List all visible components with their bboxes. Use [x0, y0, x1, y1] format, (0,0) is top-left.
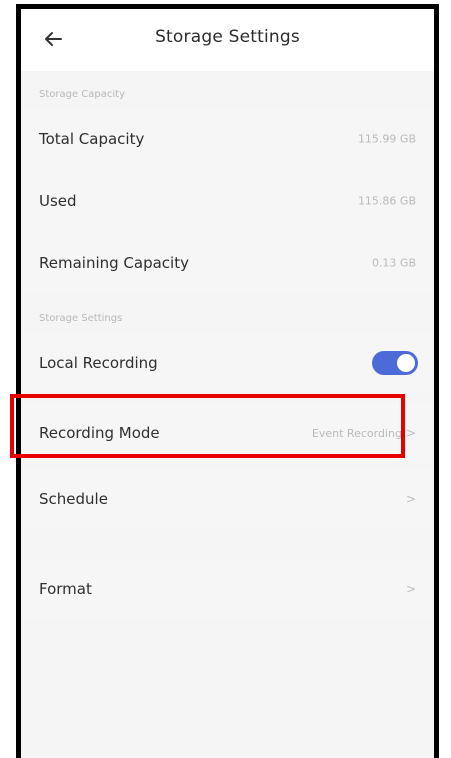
chevron-right-icon: > — [405, 582, 416, 596]
section-label-settings: Storage Settings — [39, 313, 123, 324]
local-recording-label: Local Recording — [39, 354, 158, 372]
row-format[interactable]: Format > — [21, 559, 434, 619]
recording-mode-label: Recording Mode — [39, 424, 160, 442]
phone-frame: Storage Settings Storage Capacity Total … — [16, 4, 439, 758]
storage-settings-screen: Storage Settings Storage Capacity Total … — [21, 9, 434, 758]
header-bar: Storage Settings — [21, 9, 434, 71]
recording-mode-value: Event Recording — [311, 427, 402, 440]
chevron-right-icon: > — [405, 492, 416, 506]
section-label-capacity: Storage Capacity — [39, 89, 126, 100]
format-chevron-wrap: > — [402, 582, 416, 596]
row-remaining-capacity: Remaining Capacity 0.13 GB — [21, 233, 434, 293]
row-local-recording: Local Recording — [21, 333, 434, 393]
schedule-chevron-wrap: > — [402, 492, 416, 506]
total-capacity-label: Total Capacity — [39, 130, 145, 148]
chevron-right-icon: > — [405, 426, 416, 440]
local-recording-toggle[interactable] — [372, 351, 418, 375]
schedule-label: Schedule — [39, 490, 108, 508]
row-schedule[interactable]: Schedule > — [21, 469, 434, 529]
used-label: Used — [39, 192, 77, 210]
remaining-capacity-label: Remaining Capacity — [39, 254, 189, 272]
row-recording-mode[interactable]: Recording Mode Event Recording > — [21, 403, 434, 463]
row-used: Used 115.86 GB — [21, 171, 434, 231]
row-total-capacity: Total Capacity 115.99 GB — [21, 109, 434, 169]
used-value: 115.86 GB — [357, 194, 416, 208]
total-capacity-value: 115.99 GB — [357, 132, 416, 146]
recording-mode-value-wrap: Event Recording > — [312, 426, 416, 440]
page-title: Storage Settings — [155, 27, 300, 47]
toggle-knob — [397, 354, 415, 372]
remaining-capacity-value: 0.13 GB — [371, 256, 416, 270]
format-label: Format — [39, 580, 92, 598]
